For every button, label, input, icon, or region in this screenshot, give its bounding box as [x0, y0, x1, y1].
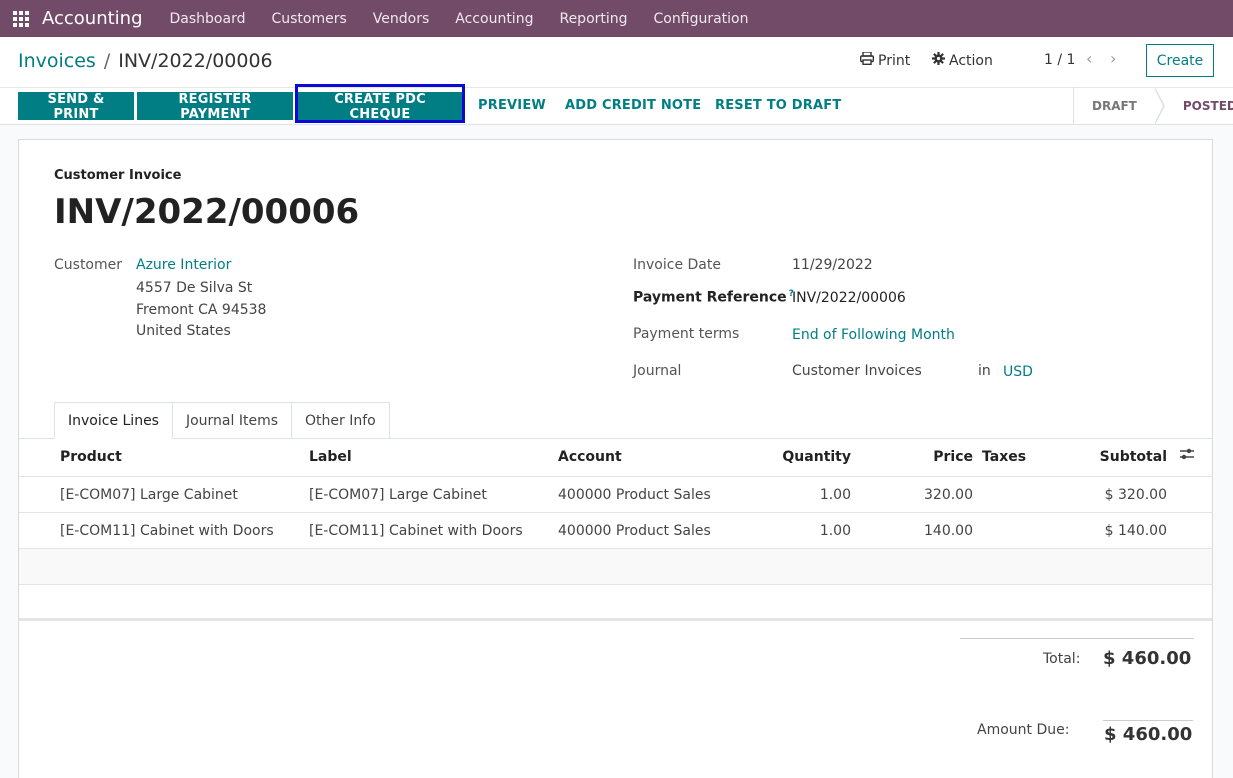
- tab-journal-items[interactable]: Journal Items: [171, 402, 293, 439]
- customer-name[interactable]: Azure Interior: [136, 257, 231, 273]
- reset-to-draft-button[interactable]: RESET TO DRAFT: [715, 92, 841, 120]
- status-posted[interactable]: POSTED: [1165, 87, 1233, 125]
- cell-account: 400000 Product Sales: [558, 487, 711, 503]
- menu-configuration[interactable]: Configuration: [654, 11, 749, 27]
- app-name[interactable]: Accounting: [42, 8, 143, 29]
- create-button[interactable]: Create: [1146, 44, 1214, 77]
- customer-label: Customer: [54, 257, 123, 273]
- top-navbar: Accounting Dashboard Customers Vendors A…: [0, 0, 1233, 37]
- invoice-number: INV/2022/00006: [54, 192, 360, 232]
- action-label: Action: [949, 52, 993, 69]
- cell-product: [E-COM07] Large Cabinet: [60, 487, 238, 503]
- invoice-date-value[interactable]: 11/29/2022: [792, 257, 873, 273]
- cell-label: [E-COM11] Cabinet with Doors: [309, 523, 523, 539]
- cell-subtotal: $ 320.00: [1104, 487, 1167, 503]
- gear-icon: [932, 52, 945, 69]
- cell-price: 320.00: [924, 487, 973, 503]
- status-chevron: [1153, 87, 1165, 125]
- cell-subtotal: $ 140.00: [1104, 523, 1167, 539]
- amount-due-label: Amount Due:: [977, 722, 1070, 738]
- notebook-tabs: Invoice Lines Journal Items Other Info: [54, 402, 390, 439]
- journal-value[interactable]: Customer Invoices: [792, 363, 922, 379]
- totals-divider: [960, 638, 1194, 639]
- header-taxes[interactable]: Taxes: [982, 439, 1026, 475]
- print-label: Print: [878, 52, 911, 69]
- payment-reference-label-text: Payment Reference: [633, 289, 787, 306]
- register-payment-button[interactable]: REGISTER PAYMENT: [137, 92, 293, 122]
- breadcrumb-separator: /: [103, 50, 111, 72]
- header-subtotal[interactable]: Subtotal: [1100, 439, 1167, 475]
- create-pdc-cheque-button[interactable]: CREATE PDC CHEQUE: [298, 92, 462, 122]
- chevron-right-icon[interactable]: ›: [1110, 49, 1116, 68]
- empty-row[interactable]: [19, 549, 1212, 585]
- payment-reference-value[interactable]: INV/2022/00006: [792, 290, 906, 306]
- journal-label: Journal: [633, 363, 682, 379]
- send-print-button[interactable]: SEND & PRINT: [18, 92, 134, 122]
- divider: [0, 87, 1233, 88]
- cell-quantity: 1.00: [819, 487, 851, 503]
- header-product[interactable]: Product: [60, 439, 122, 475]
- column-settings-icon[interactable]: [1179, 447, 1195, 461]
- print-button[interactable]: Print: [859, 51, 911, 69]
- payment-terms-label: Payment terms: [633, 326, 740, 342]
- menu-vendors[interactable]: Vendors: [373, 11, 429, 27]
- header-account[interactable]: Account: [558, 439, 622, 475]
- action-button[interactable]: Action: [932, 52, 993, 69]
- amount-due-value: $ 460.00: [1104, 724, 1193, 745]
- menu-reporting[interactable]: Reporting: [559, 11, 627, 27]
- journal-in-text: in: [978, 363, 991, 379]
- table-bottom-divider: [19, 618, 1212, 620]
- tab-other-info[interactable]: Other Info: [291, 402, 390, 439]
- header-price[interactable]: Price: [933, 439, 973, 475]
- amount-due-divider: [1103, 720, 1193, 721]
- add-credit-note-button[interactable]: ADD CREDIT NOTE: [565, 92, 701, 120]
- control-panel: Invoices / INV/2022/00006 Print Action 1…: [0, 37, 1233, 125]
- invoice-lines-table: Product Label Account Quantity Price Tax…: [19, 439, 1212, 621]
- empty-row[interactable]: [19, 585, 1212, 621]
- breadcrumb-invoices[interactable]: Invoices: [18, 50, 96, 72]
- address-line1: 4557 De Silva St: [136, 280, 253, 296]
- status-draft[interactable]: DRAFT: [1074, 87, 1155, 125]
- chevron-left-icon[interactable]: ‹: [1086, 49, 1092, 68]
- currency-value[interactable]: USD: [1003, 364, 1033, 380]
- pager-value[interactable]: 1 / 1: [1044, 52, 1075, 68]
- total-value: $ 460.00: [1103, 648, 1192, 669]
- breadcrumb: Invoices / INV/2022/00006: [18, 50, 273, 72]
- table-row[interactable]: [E-COM11] Cabinet with Doors [E-COM11] C…: [19, 513, 1212, 549]
- menu-dashboard[interactable]: Dashboard: [170, 11, 246, 27]
- invoice-form-sheet: Customer Invoice INV/2022/00006 Customer…: [18, 139, 1213, 778]
- status-bar: DRAFT POSTED: [1073, 87, 1233, 125]
- cell-quantity: 1.00: [819, 523, 851, 539]
- print-icon: [859, 51, 875, 69]
- preview-button[interactable]: PREVIEW: [478, 92, 546, 120]
- payment-reference-label: Payment Reference?: [633, 289, 794, 306]
- header-label[interactable]: Label: [309, 439, 352, 475]
- tab-invoice-lines[interactable]: Invoice Lines: [54, 402, 173, 439]
- cell-product: [E-COM11] Cabinet with Doors: [60, 523, 274, 539]
- breadcrumb-current: INV/2022/00006: [118, 50, 273, 72]
- cell-label: [E-COM07] Large Cabinet: [309, 487, 487, 503]
- header-quantity[interactable]: Quantity: [782, 439, 851, 475]
- total-label: Total:: [1043, 651, 1081, 667]
- document-type: Customer Invoice: [54, 168, 182, 183]
- apps-grid-icon[interactable]: [12, 10, 30, 28]
- invoice-date-label: Invoice Date: [633, 257, 721, 273]
- menu-accounting[interactable]: Accounting: [455, 11, 533, 27]
- address-line3: United States: [136, 323, 231, 339]
- menu-customers[interactable]: Customers: [271, 11, 346, 27]
- table-header: Product Label Account Quantity Price Tax…: [19, 439, 1212, 477]
- table-row[interactable]: [E-COM07] Large Cabinet [E-COM07] Large …: [19, 477, 1212, 513]
- cell-account: 400000 Product Sales: [558, 523, 711, 539]
- address-line2: Fremont CA 94538: [136, 302, 267, 318]
- cell-price: 140.00: [924, 523, 973, 539]
- payment-terms-value[interactable]: End of Following Month: [792, 327, 955, 343]
